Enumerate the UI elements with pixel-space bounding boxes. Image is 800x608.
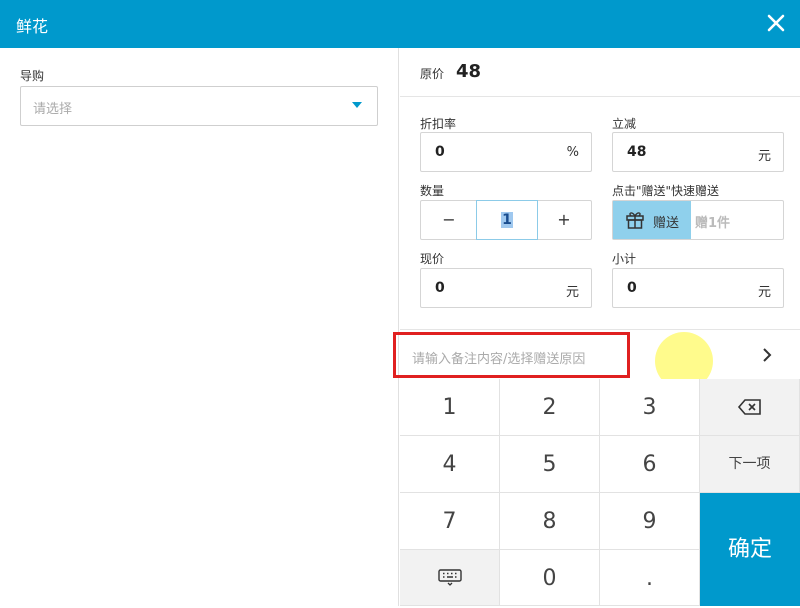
gift-button[interactable]: 赠送: [613, 201, 691, 239]
key-2[interactable]: 2: [500, 379, 600, 436]
next-item-button[interactable]: 下一项: [700, 436, 800, 493]
gift-button-label: 赠送: [653, 216, 680, 231]
key-7[interactable]: 7: [400, 493, 500, 550]
key-6[interactable]: 6: [600, 436, 700, 493]
key-5[interactable]: 5: [500, 436, 600, 493]
quantity-plus-button[interactable]: +: [536, 201, 592, 239]
guide-placeholder: 请选择: [33, 102, 73, 117]
close-icon[interactable]: [764, 10, 788, 36]
right-panel: 原价 48 折扣率 0 % 立减 48 元 数量 − 1 + 点击"赠送"快速赠…: [393, 48, 800, 606]
remark-placeholder: 请输入备注内容/选择赠送原因: [412, 352, 586, 367]
keyboard-toggle-button[interactable]: [400, 550, 500, 606]
gift-icon: [626, 212, 644, 229]
reduce-field[interactable]: 48 元: [612, 132, 784, 172]
original-price-label: 原价: [420, 67, 445, 81]
key-1[interactable]: 1: [400, 379, 500, 436]
discount-unit: %: [566, 145, 579, 160]
quantity-value: 1: [501, 212, 513, 228]
original-price-row: 原价 48: [400, 48, 800, 97]
discount-label: 折扣率: [420, 117, 457, 131]
subtotal-label: 小计: [612, 252, 637, 266]
quantity-label: 数量: [420, 184, 445, 198]
quantity-stepper: − 1 +: [420, 200, 592, 240]
guide-label: 导购: [20, 69, 45, 83]
dialog-title: 鲜花: [16, 17, 49, 36]
key-8[interactable]: 8: [500, 493, 600, 550]
confirm-button[interactable]: 确定: [700, 493, 800, 606]
original-price-value: 48: [456, 61, 482, 82]
key-dot[interactable]: .: [600, 550, 700, 606]
backspace-icon: [737, 399, 761, 415]
current-price-unit: 元: [565, 285, 579, 300]
key-3[interactable]: 3: [600, 379, 700, 436]
guide-select[interactable]: 请选择: [20, 86, 378, 126]
current-price-label: 现价: [420, 252, 445, 266]
current-price-value: 0: [435, 280, 445, 296]
caret-down-icon: [352, 102, 362, 108]
subtotal-field: 0 元: [612, 268, 784, 308]
reduce-label: 立减: [612, 117, 637, 131]
dialog-header: 鲜花: [0, 0, 800, 48]
gift-field: 赠送 赠1件: [612, 200, 784, 240]
key-4[interactable]: 4: [400, 436, 500, 493]
keyboard-icon: [437, 569, 462, 586]
reduce-unit: 元: [757, 149, 771, 164]
chevron-right-icon[interactable]: [760, 345, 774, 365]
current-price-field[interactable]: 0 元: [420, 268, 592, 308]
gift-count-input[interactable]: 赠1件: [695, 212, 730, 231]
subtotal-value: 0: [627, 280, 637, 296]
quantity-input[interactable]: 1: [476, 200, 538, 240]
key-9[interactable]: 9: [600, 493, 700, 550]
remark-input[interactable]: 请输入备注内容/选择赠送原因: [393, 332, 630, 378]
left-panel: 导购 请选择: [0, 48, 399, 606]
backspace-button[interactable]: [700, 379, 800, 436]
key-0[interactable]: 0: [500, 550, 600, 606]
reduce-value: 48: [627, 144, 647, 160]
discount-value: 0: [435, 144, 445, 160]
subtotal-unit: 元: [757, 285, 771, 300]
remark-row: 请输入备注内容/选择赠送原因: [393, 329, 800, 390]
quantity-minus-button[interactable]: −: [421, 201, 477, 239]
discount-field[interactable]: 0 %: [420, 132, 592, 172]
numeric-keypad: 1 2 3 4 5 6 下一项 7 8 9 0 . 确定: [400, 379, 800, 606]
gift-label: 点击"赠送"快速赠送: [612, 184, 720, 198]
